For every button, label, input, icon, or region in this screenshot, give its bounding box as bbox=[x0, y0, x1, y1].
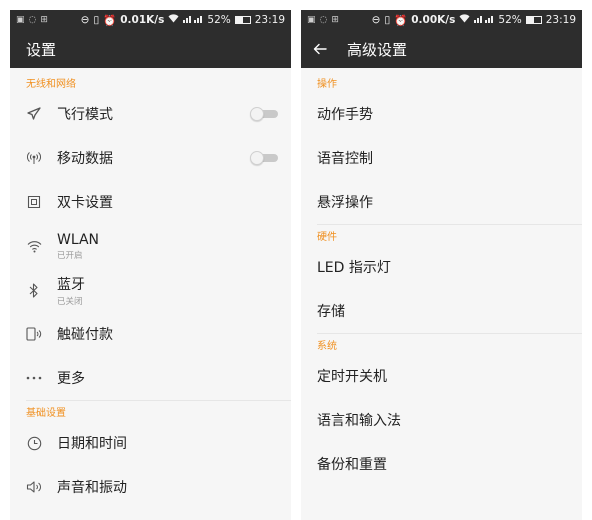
item-label: 声音和振动 bbox=[57, 480, 127, 496]
speaker-icon bbox=[26, 479, 42, 495]
mobile-data-toggle[interactable] bbox=[250, 151, 278, 165]
item-label: 备份和重置 bbox=[317, 457, 387, 473]
settings-screen: ▣ ◌ ⊞ ⊖ ▯ ⏰ 0.01K/s 52% 23:19 设置 无线和网络 飞… bbox=[10, 10, 291, 520]
item-status: 已开启 bbox=[57, 250, 83, 261]
wifi-status-icon bbox=[459, 14, 470, 26]
airplane-icon bbox=[26, 106, 42, 122]
airplane-mode-toggle[interactable] bbox=[250, 107, 278, 121]
nfc-phone-icon bbox=[26, 326, 42, 342]
section-header-wireless: 无线和网络 bbox=[26, 78, 76, 90]
app-bar: 高级设置 bbox=[301, 30, 582, 68]
status-bar: ▣ ◌ ⊞ ⊖ ▯ ⏰ 0.00K/s 52% 23:19 bbox=[301, 10, 582, 30]
wifi-status-icon bbox=[168, 14, 179, 26]
grid-notification-icon: ⊞ bbox=[40, 15, 48, 25]
image-notification-icon: ▣ bbox=[16, 15, 25, 25]
settings-item-date-time[interactable]: 日期和时间 bbox=[10, 421, 291, 465]
settings-item-dual-sim[interactable]: 双卡设置 bbox=[10, 180, 291, 224]
network-speed: 0.01K/s bbox=[120, 14, 165, 26]
more-dots-icon bbox=[26, 370, 42, 386]
item-label: LED 指示灯 bbox=[317, 260, 391, 276]
item-status: 已关闭 bbox=[57, 296, 83, 307]
settings-item-wlan[interactable]: WLAN 已开启 bbox=[10, 224, 291, 268]
item-label: WLAN bbox=[57, 231, 100, 248]
app-notification-icon: ◌ bbox=[319, 15, 328, 25]
settings-item-language-input[interactable]: 语言和输入法 bbox=[301, 398, 582, 442]
settings-item-sound[interactable]: 声音和振动 bbox=[10, 465, 291, 509]
item-label: 存储 bbox=[317, 304, 345, 320]
settings-item-scheduled-power[interactable]: 定时开关机 bbox=[301, 354, 582, 398]
section-header-system: 系统 bbox=[317, 340, 337, 352]
settings-item-storage[interactable]: 存储 bbox=[301, 289, 582, 333]
battery-icon bbox=[525, 16, 542, 24]
wifi-icon bbox=[26, 238, 42, 254]
advanced-settings-screen: ▣ ◌ ⊞ ⊖ ▯ ⏰ 0.00K/s 52% 23:19 高级设置 操作 动作… bbox=[301, 10, 582, 520]
signal-icon bbox=[474, 14, 494, 26]
network-speed: 0.00K/s bbox=[411, 14, 456, 26]
item-label: 触碰付款 bbox=[57, 327, 113, 343]
grid-notification-icon: ⊞ bbox=[331, 15, 339, 25]
battery-fill bbox=[526, 17, 534, 23]
status-bar: ▣ ◌ ⊞ ⊖ ▯ ⏰ 0.01K/s 52% 23:19 bbox=[10, 10, 291, 30]
app-notification-icon: ◌ bbox=[28, 15, 37, 25]
vibrate-icon: ▯ bbox=[384, 14, 391, 26]
battery-percent: 52% bbox=[498, 14, 522, 26]
app-bar: 设置 bbox=[10, 30, 291, 68]
settings-item-more[interactable]: 更多 bbox=[10, 356, 291, 400]
vibrate-icon: ▯ bbox=[93, 14, 100, 26]
page-title: 设置 bbox=[26, 40, 57, 59]
signal-tower-icon bbox=[26, 150, 42, 166]
item-label: 双卡设置 bbox=[57, 195, 113, 211]
dnd-icon: ⊖ bbox=[80, 14, 90, 26]
battery-fill bbox=[235, 17, 243, 23]
clock-time: 23:19 bbox=[254, 14, 285, 26]
settings-item-airplane-mode[interactable]: 飞行模式 bbox=[10, 92, 291, 136]
settings-item-mobile-data[interactable]: 移动数据 bbox=[10, 136, 291, 180]
settings-item-backup-reset[interactable]: 备份和重置 bbox=[301, 442, 582, 486]
section-header-hardware: 硬件 bbox=[317, 231, 337, 243]
image-notification-icon: ▣ bbox=[307, 15, 316, 25]
item-label: 语言和输入法 bbox=[317, 413, 401, 429]
item-label: 定时开关机 bbox=[317, 369, 387, 385]
page-title: 高级设置 bbox=[347, 40, 408, 59]
section-header-basic: 基础设置 bbox=[26, 407, 66, 419]
settings-item-gestures[interactable]: 动作手势 bbox=[301, 92, 582, 136]
notification-icons: ▣ ◌ ⊞ bbox=[16, 15, 48, 25]
settings-item-floating-operation[interactable]: 悬浮操作 bbox=[301, 180, 582, 224]
notification-icons: ▣ ◌ ⊞ bbox=[307, 15, 339, 25]
item-label: 日期和时间 bbox=[57, 436, 127, 452]
battery-icon bbox=[234, 16, 251, 24]
bluetooth-icon bbox=[26, 282, 42, 298]
settings-item-led[interactable]: LED 指示灯 bbox=[301, 245, 582, 289]
item-label: 蓝牙 bbox=[57, 276, 85, 293]
item-label: 语音控制 bbox=[317, 151, 373, 167]
item-label: 飞行模式 bbox=[57, 107, 113, 123]
clock-icon bbox=[26, 435, 42, 451]
settings-item-tap-pay[interactable]: 触碰付款 bbox=[10, 312, 291, 356]
section-header-operation: 操作 bbox=[317, 78, 337, 90]
alarm-icon: ⏰ bbox=[103, 14, 117, 27]
clock-time: 23:19 bbox=[545, 14, 576, 26]
sim-card-icon bbox=[26, 194, 42, 210]
back-arrow-icon[interactable] bbox=[313, 43, 327, 55]
item-label: 悬浮操作 bbox=[317, 195, 373, 211]
item-label: 移动数据 bbox=[57, 151, 113, 167]
battery-percent: 52% bbox=[207, 14, 231, 26]
item-label: 更多 bbox=[57, 371, 85, 387]
settings-item-bluetooth[interactable]: 蓝牙 已关闭 bbox=[10, 268, 291, 312]
item-label: 动作手势 bbox=[317, 107, 373, 123]
dnd-icon: ⊖ bbox=[371, 14, 381, 26]
signal-icon bbox=[183, 14, 203, 26]
alarm-icon: ⏰ bbox=[394, 14, 408, 27]
settings-item-voice-control[interactable]: 语音控制 bbox=[301, 136, 582, 180]
